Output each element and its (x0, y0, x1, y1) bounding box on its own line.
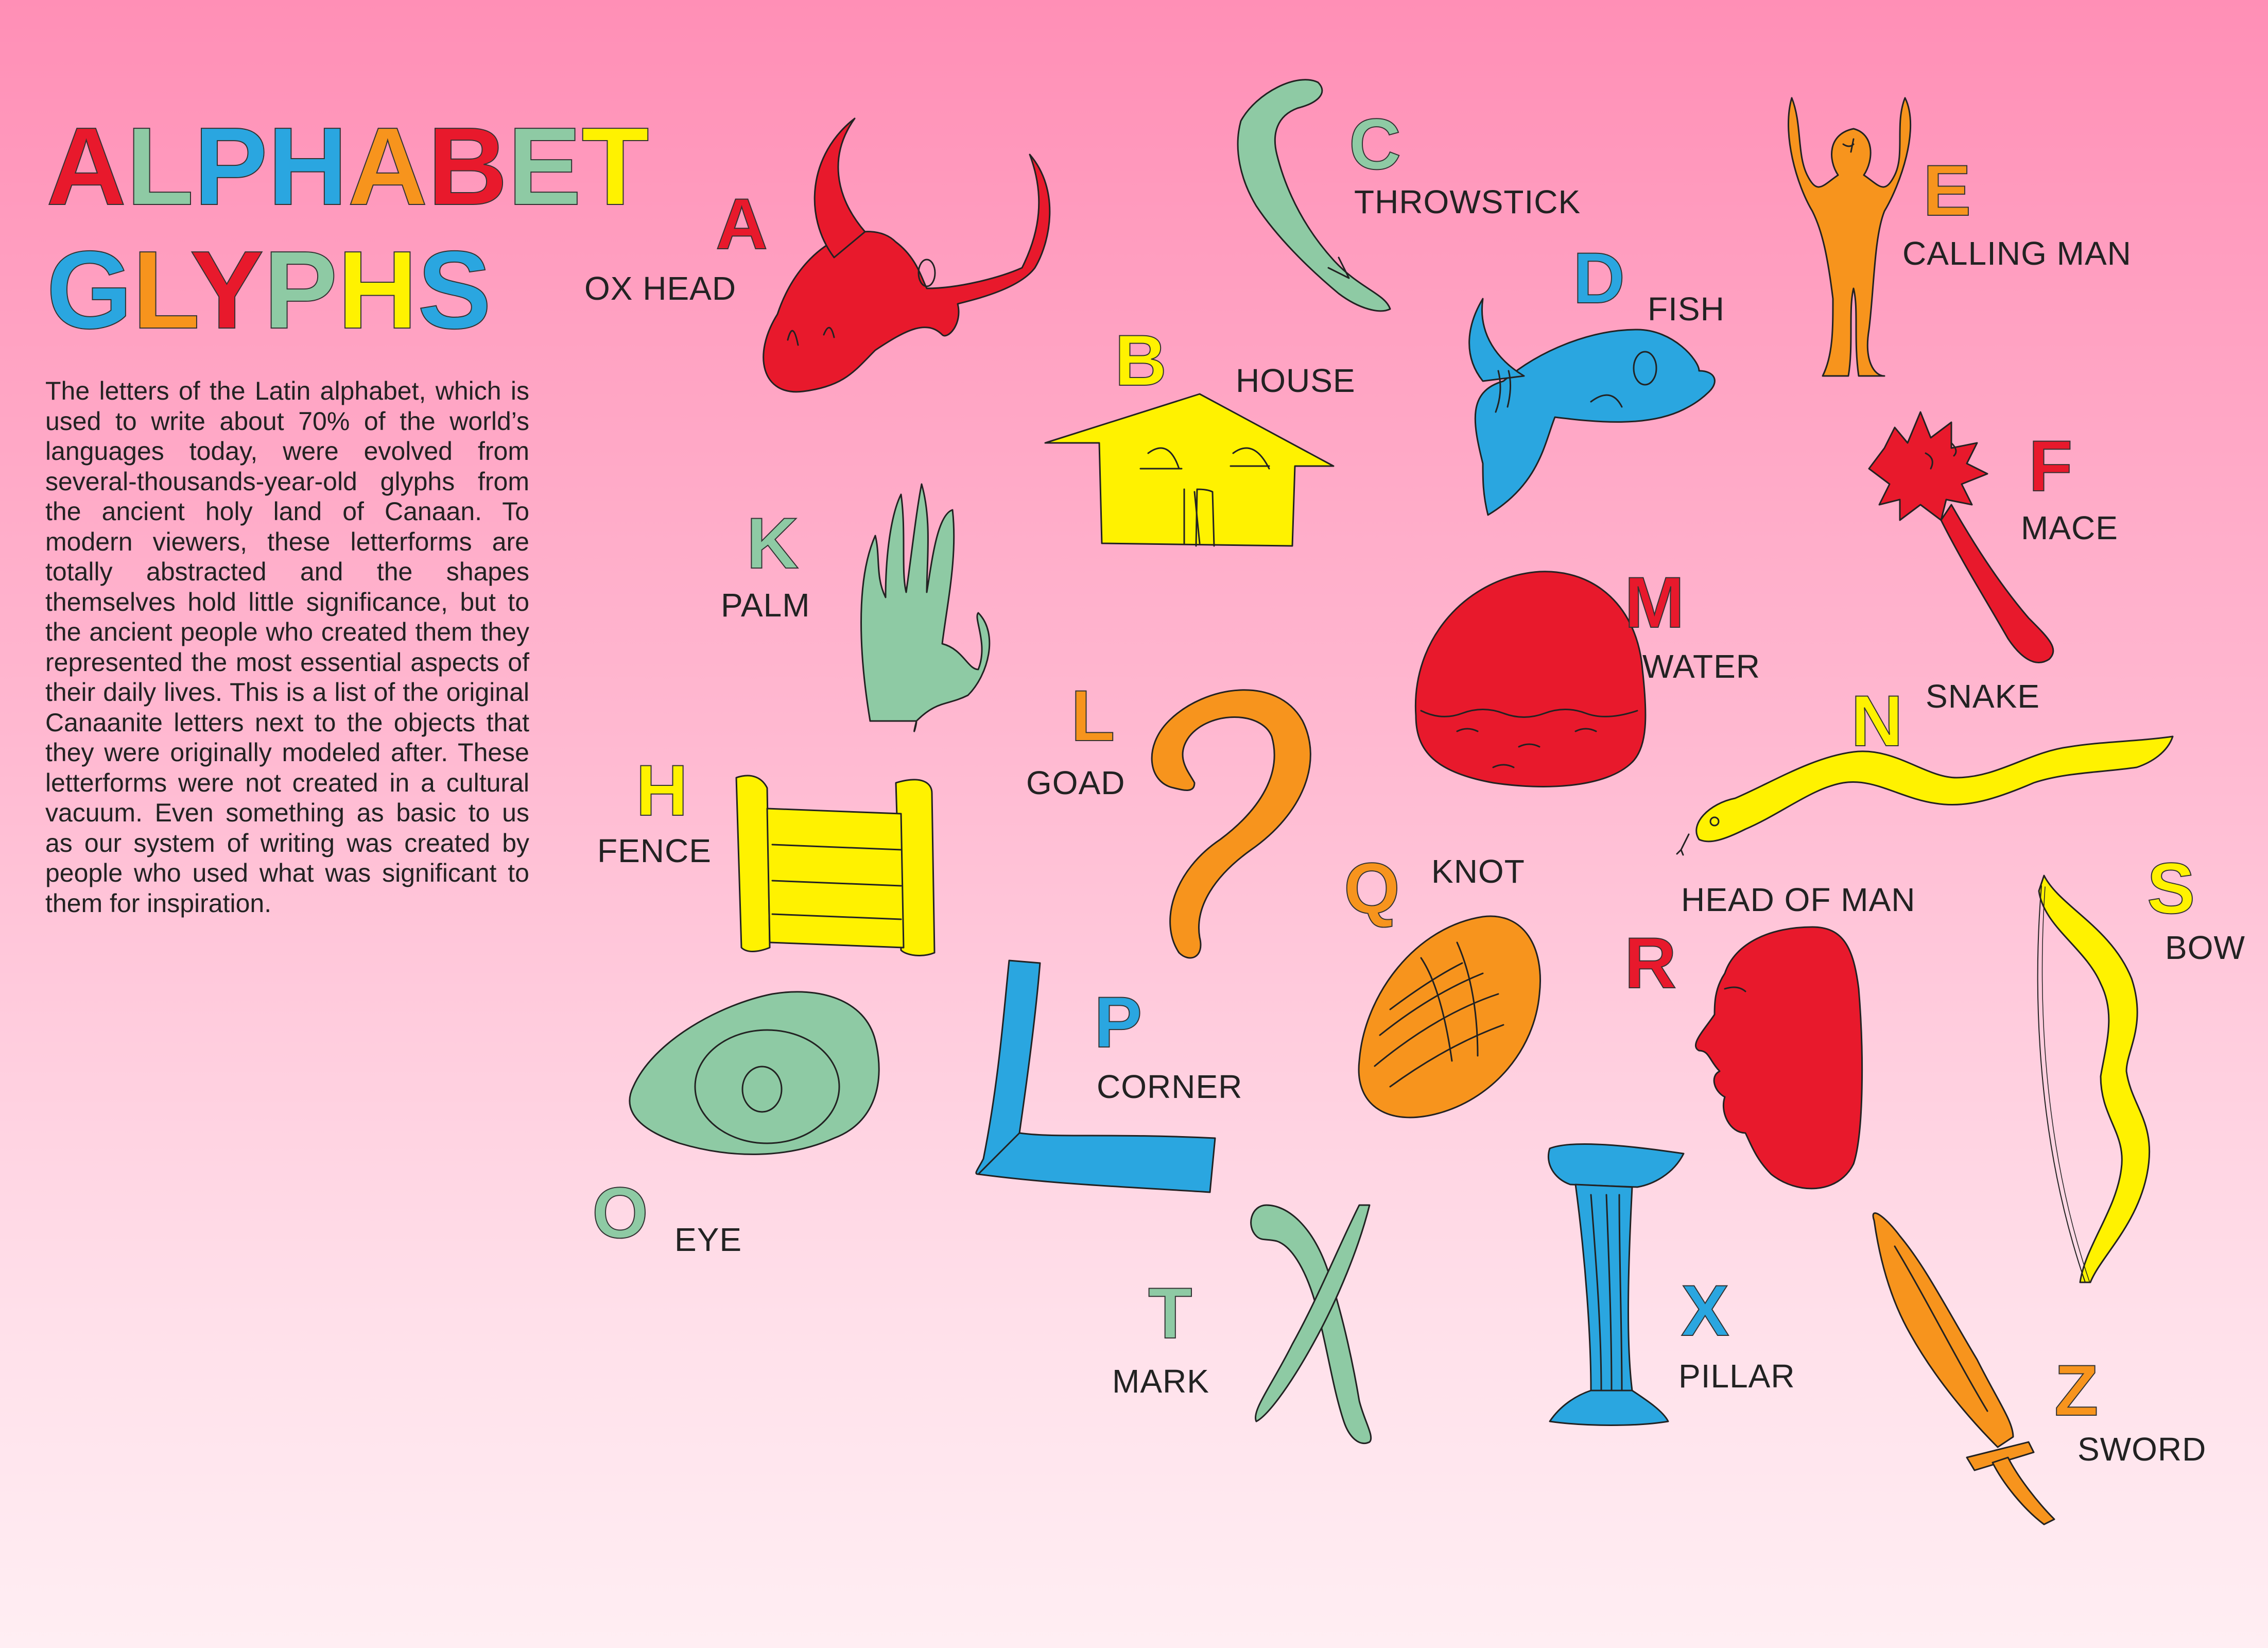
letter-d: D (1572, 237, 1625, 318)
fish-icon (1468, 298, 1716, 516)
letter-m: M (1624, 562, 1685, 643)
word-knot: KNOT (1431, 853, 1525, 890)
eye-icon (629, 991, 880, 1155)
letter-p: P (1094, 982, 1142, 1062)
mark-icon (1250, 1204, 1372, 1445)
goad-icon (1151, 689, 1311, 959)
word-ox-head: OX HEAD (584, 270, 737, 307)
word-goad: GOAD (1026, 764, 1126, 801)
knot-icon (1358, 915, 1541, 1119)
letter-r: R (1624, 922, 1677, 1003)
letter-o: O (592, 1172, 649, 1253)
letter-s: S (2146, 848, 2195, 929)
word-calling-man: CALLING MAN (1902, 235, 2132, 272)
word-fish: FISH (1648, 290, 1725, 328)
word-corner: CORNER (1097, 1068, 1243, 1105)
letter-l: L (1070, 675, 1116, 756)
letter-e: E (1923, 150, 1971, 231)
word-throwstick: THROWSTICK (1354, 183, 1581, 220)
sword-icon (1872, 1212, 2055, 1525)
word-pillar: PILLAR (1678, 1358, 1795, 1395)
letter-h: H (635, 750, 688, 831)
letter-k: K (746, 503, 799, 583)
water-icon (1414, 571, 1647, 787)
word-snake: SNAKE (1926, 678, 2040, 715)
letter-a: A (715, 183, 768, 264)
snake-icon (1676, 735, 2174, 856)
letter-n: N (1850, 680, 1903, 761)
word-mark: MARK (1112, 1363, 1209, 1400)
word-mace: MACE (2021, 509, 2118, 546)
word-head-of-man: HEAD OF MAN (1681, 881, 1916, 918)
letter-t: T (1148, 1273, 1193, 1353)
palm-icon (860, 483, 991, 732)
word-house: HOUSE (1236, 362, 1356, 399)
word-water: WATER (1642, 648, 1760, 685)
letter-c: C (1348, 104, 1401, 184)
letter-b: B (1114, 320, 1167, 401)
bow-icon (2037, 874, 2151, 1283)
word-bow: BOW (2165, 929, 2245, 966)
calling-man-icon (1788, 97, 1912, 377)
letter-q: Q (1343, 848, 1400, 929)
word-sword: SWORD (2077, 1431, 2207, 1468)
word-eye: EYE (674, 1221, 742, 1258)
letter-z: Z (2054, 1350, 2099, 1431)
ox-head-icon (763, 117, 1051, 393)
head-of-man-icon (1695, 926, 1863, 1190)
word-fence: FENCE (597, 832, 712, 869)
word-palm: PALM (721, 587, 810, 624)
fence-icon (735, 775, 936, 956)
letter-x: X (1681, 1270, 1729, 1351)
letter-f: F (2028, 425, 2073, 506)
house-icon (1044, 393, 1335, 547)
pillar-icon (1547, 1143, 1685, 1426)
